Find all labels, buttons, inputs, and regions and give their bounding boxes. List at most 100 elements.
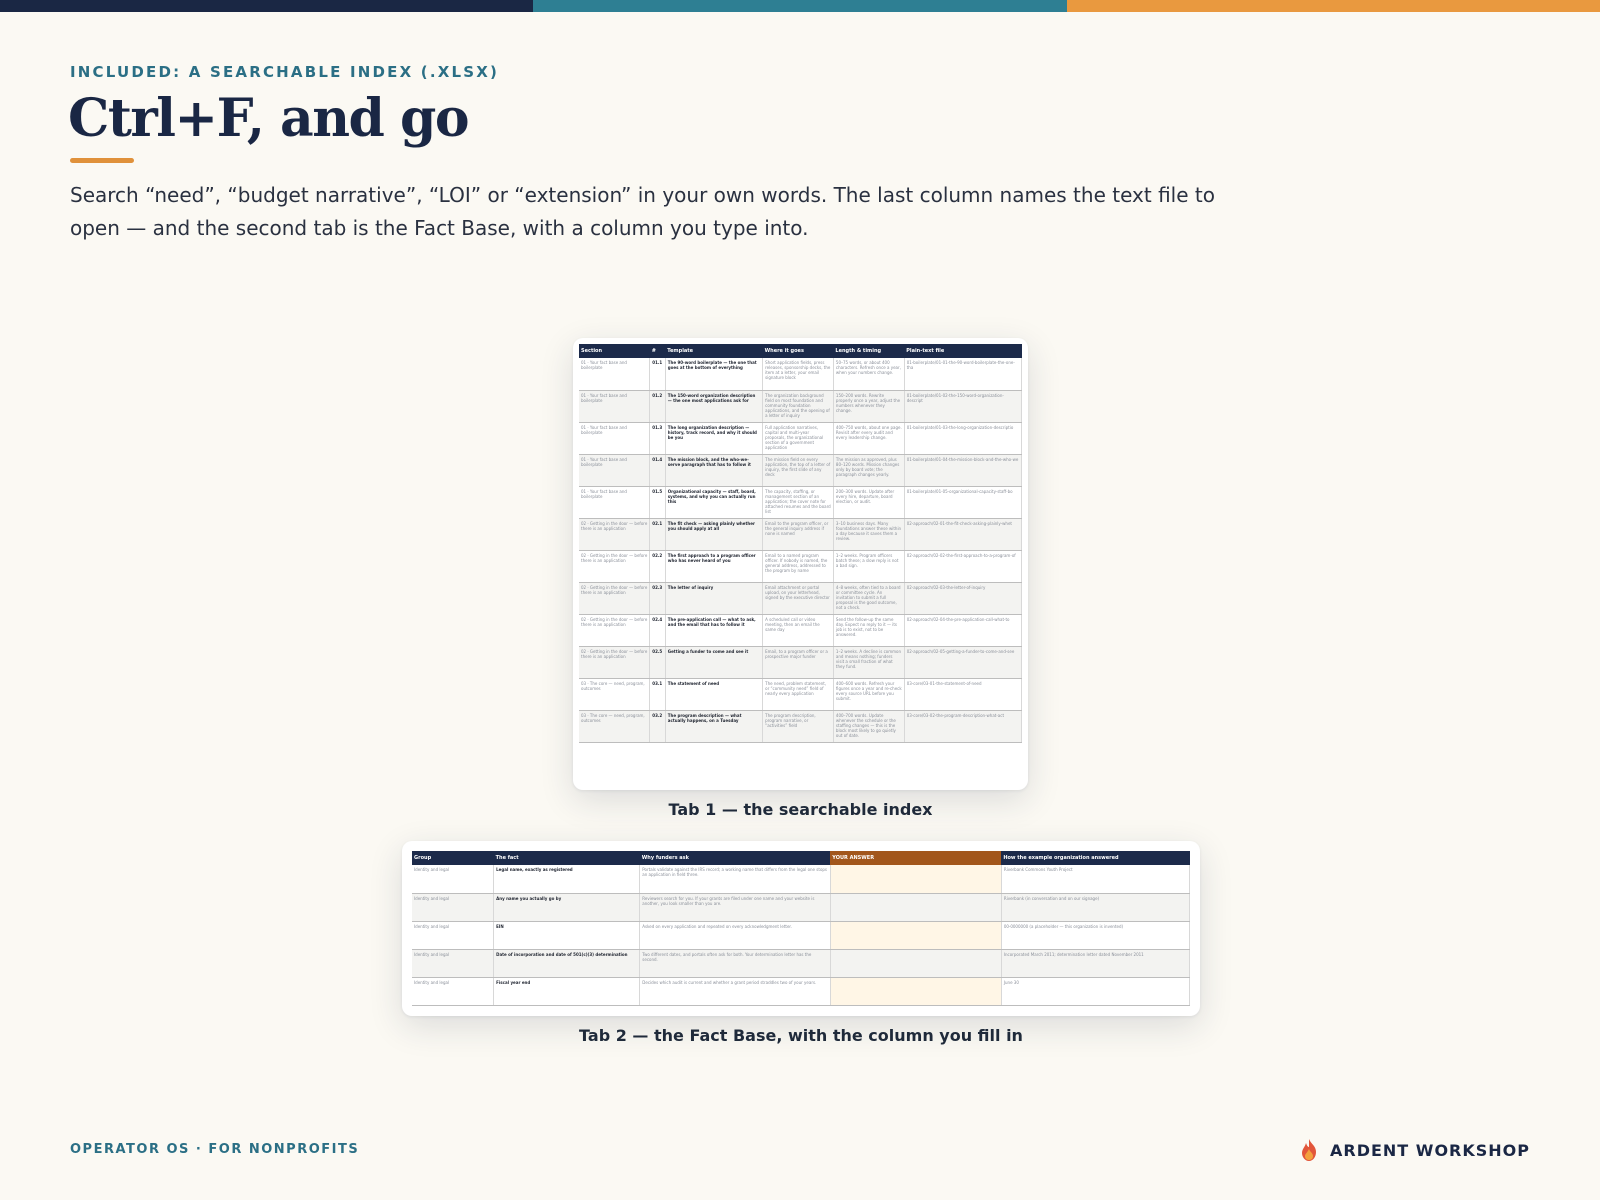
table-cell: The fit check — asking plainly whether y… (665, 518, 764, 551)
table-cell: 150–200 words. Rewrite properly once a y… (833, 390, 905, 423)
caption-tab-2: Tab 2 — the Fact Base, with the column y… (579, 1026, 1023, 1045)
table-cell: 01.5 (649, 486, 666, 519)
table-cell: 200–300 words. Update after every hire, … (833, 486, 905, 519)
table-cell: Incorporated March 2011; determination l… (1001, 949, 1191, 978)
table-cell: 03-core/03-01-the-statement-of-need (904, 678, 1023, 711)
table-cell: Date of incorporation and date of 501(c)… (493, 949, 641, 978)
table-cell: 1–2 weeks. Program officers batch these;… (833, 550, 905, 583)
table-cell: 4–8 weeks, often tied to a board or comm… (833, 582, 905, 615)
table-row: Identity and legal Legal name, exactly as… (412, 865, 1191, 894)
table-cell: 02.5 (649, 646, 666, 679)
table-cell: 00-0000000 (a placeholder — this organiz… (1001, 921, 1191, 950)
table-cell: The capacity, staffing, or management se… (762, 486, 834, 519)
table-cell: A scheduled call or video meeting, then … (762, 614, 834, 647)
table-cell: The program description — what actually … (665, 710, 764, 743)
top-bar-teal (533, 0, 1067, 12)
table-row: Identity and legal Fiscal year end Decides… (412, 977, 1191, 1006)
table-cell: 03.2 (649, 710, 666, 743)
table-cell: 02 · Getting in the door — before there … (579, 518, 651, 551)
table-cell: Email, to a program officer or a prospec… (762, 646, 834, 679)
top-color-bar (0, 0, 1600, 12)
table-cell: 01-boilerplate/01-02-the-150-word-organi… (904, 390, 1023, 423)
column-header: Template (665, 344, 763, 358)
table-cell: 03 · The core — need, program, outcomes (579, 710, 651, 743)
table-cell: 01.3 (649, 422, 666, 455)
table-cell: 01-boilerplate/01-03-the-long-organizati… (904, 422, 1023, 455)
table-row: 01 · Your fact base and boilerplate 01.2 T… (579, 390, 1023, 423)
table-row: 02 · Getting in the door — before there … (579, 646, 1023, 679)
table-cell: Riverbank (in conversation and on our si… (1001, 893, 1191, 922)
column-header: The fact (493, 851, 640, 865)
flame-icon (1302, 1139, 1316, 1161)
table-cell[interactable] (830, 865, 1002, 894)
table-cell: 01 · Your fact base and boilerplate (579, 422, 651, 455)
table-cell: Legal name, exactly as registered (493, 865, 641, 894)
table-cell: 02.2 (649, 550, 666, 583)
index-header-row: Section # Template Where it goes Length & ti… (579, 344, 1022, 358)
table-cell: 01-boilerplate/01-04-the-mission-block-a… (904, 454, 1023, 487)
table-cell: 01-boilerplate/01-01-the-90-word-boilerp… (904, 358, 1023, 391)
table-cell: Email to a named program officer. If nob… (762, 550, 834, 583)
table-cell: 400–600 words. Refresh your figures once… (833, 678, 905, 711)
table-cell: 01-boilerplate/01-05-organizational-capa… (904, 486, 1023, 519)
table-cell: 01 · Your fact base and boilerplate (579, 358, 651, 391)
column-header: Length & timing (833, 344, 905, 358)
table-cell: 02.3 (649, 582, 666, 615)
table-cell: 400–750 words, about one page. Revisit a… (833, 422, 905, 455)
table-row: 02 · Getting in the door — before there … (579, 518, 1023, 551)
table-cell: 02 · Getting in the door — before there … (579, 582, 651, 615)
table-cell: 02-approach/02-03-the-letter-of-inquiry (904, 582, 1023, 615)
table-cell: 01 · Your fact base and boilerplate (579, 454, 651, 487)
table-cell: The pre-application call — what to ask, … (665, 614, 764, 647)
table-cell: The first approach to a program officer … (665, 550, 764, 583)
table-cell: Short application fields, press releases… (762, 358, 834, 391)
table-cell[interactable] (830, 977, 1002, 1006)
table-cell: 01.2 (649, 390, 666, 423)
table-row: Identity and legal Date of incorporation … (412, 949, 1191, 978)
table-row: 02 · Getting in the door — before there … (579, 614, 1023, 647)
brand-name: ARDENT WORKSHOP (1330, 1140, 1530, 1160)
table-cell: The mission block, and the who-we-serve … (665, 454, 764, 487)
table-cell: The 150-word organization description — … (665, 390, 764, 423)
table-cell: 1–2 weeks. A decline is common and means… (833, 646, 905, 679)
table-cell: Getting a funder to come and see it (665, 646, 764, 679)
table-cell: Organizational capacity — staff, board, … (665, 486, 764, 519)
table-cell: Identity and legal (412, 865, 495, 894)
table-cell: 02-approach/02-02-the-first-approach-to-… (904, 550, 1023, 583)
table-cell: Email to the program officer, or the gen… (762, 518, 834, 551)
table-cell: The letter of inquiry (665, 582, 764, 615)
caption-tab-1: Tab 1 — the searchable index (668, 800, 933, 819)
table-row: 01 · Your fact base and boilerplate 01.3 T… (579, 422, 1023, 455)
table-cell: Send the follow-up the same day. Expect … (833, 614, 905, 647)
table-row: 01 · Your fact base and boilerplate 01.4 T… (579, 454, 1023, 487)
factbase-header-row: Group The fact Why funders ask YOUR ANSWER H… (412, 851, 1190, 865)
table-cell[interactable] (830, 893, 1002, 922)
table-cell: 400–700 words. Update whenever the sched… (833, 710, 905, 743)
factbase-table: Group The fact Why funders ask YOUR ANSWER H… (412, 851, 1191, 1006)
index-screenshot: Section # Template Where it goes Length & ti… (573, 338, 1028, 790)
table-cell: 02 · Getting in the door — before there … (579, 550, 651, 583)
table-cell: EIN (493, 921, 641, 950)
table-cell: The mission field on every application, … (762, 454, 834, 487)
footer-series-label: OPERATOR OS · FOR NONPROFITS (70, 1142, 360, 1157)
table-row: 03 · The core — need, program, outcomes 0… (579, 678, 1023, 711)
table-cell[interactable] (830, 921, 1002, 950)
table-row: 01 · Your fact base and boilerplate 01.5 O… (579, 486, 1023, 519)
table-cell: 01.4 (649, 454, 666, 487)
table-row: 02 · Getting in the door — before there … (579, 550, 1023, 583)
table-cell: The 90-word boilerplate — the one that g… (665, 358, 764, 391)
column-header: How the example organization answered (1001, 851, 1190, 865)
table-cell: Identity and legal (412, 893, 495, 922)
eyebrow-label: INCLUDED: A SEARCHABLE INDEX (.XLSX) (70, 63, 500, 81)
table-row: 03 · The core — need, program, outcomes 0… (579, 710, 1023, 743)
table-cell: 01 · Your fact base and boilerplate (579, 486, 651, 519)
table-cell[interactable] (830, 949, 1002, 978)
table-row: Identity and legal EIN Asked on every appl… (412, 921, 1191, 950)
table-cell: Any name you actually go by (493, 893, 641, 922)
column-header: Plain-text file (904, 344, 1022, 358)
table-cell: Decides which audit is current and wheth… (639, 977, 831, 1006)
table-cell: The need, problem statement, or “communi… (762, 678, 834, 711)
table-cell: June 30 (1001, 977, 1191, 1006)
table-row: 02 · Getting in the door — before there … (579, 582, 1023, 615)
table-cell: Riverbank Commons Youth Project (1001, 865, 1191, 894)
